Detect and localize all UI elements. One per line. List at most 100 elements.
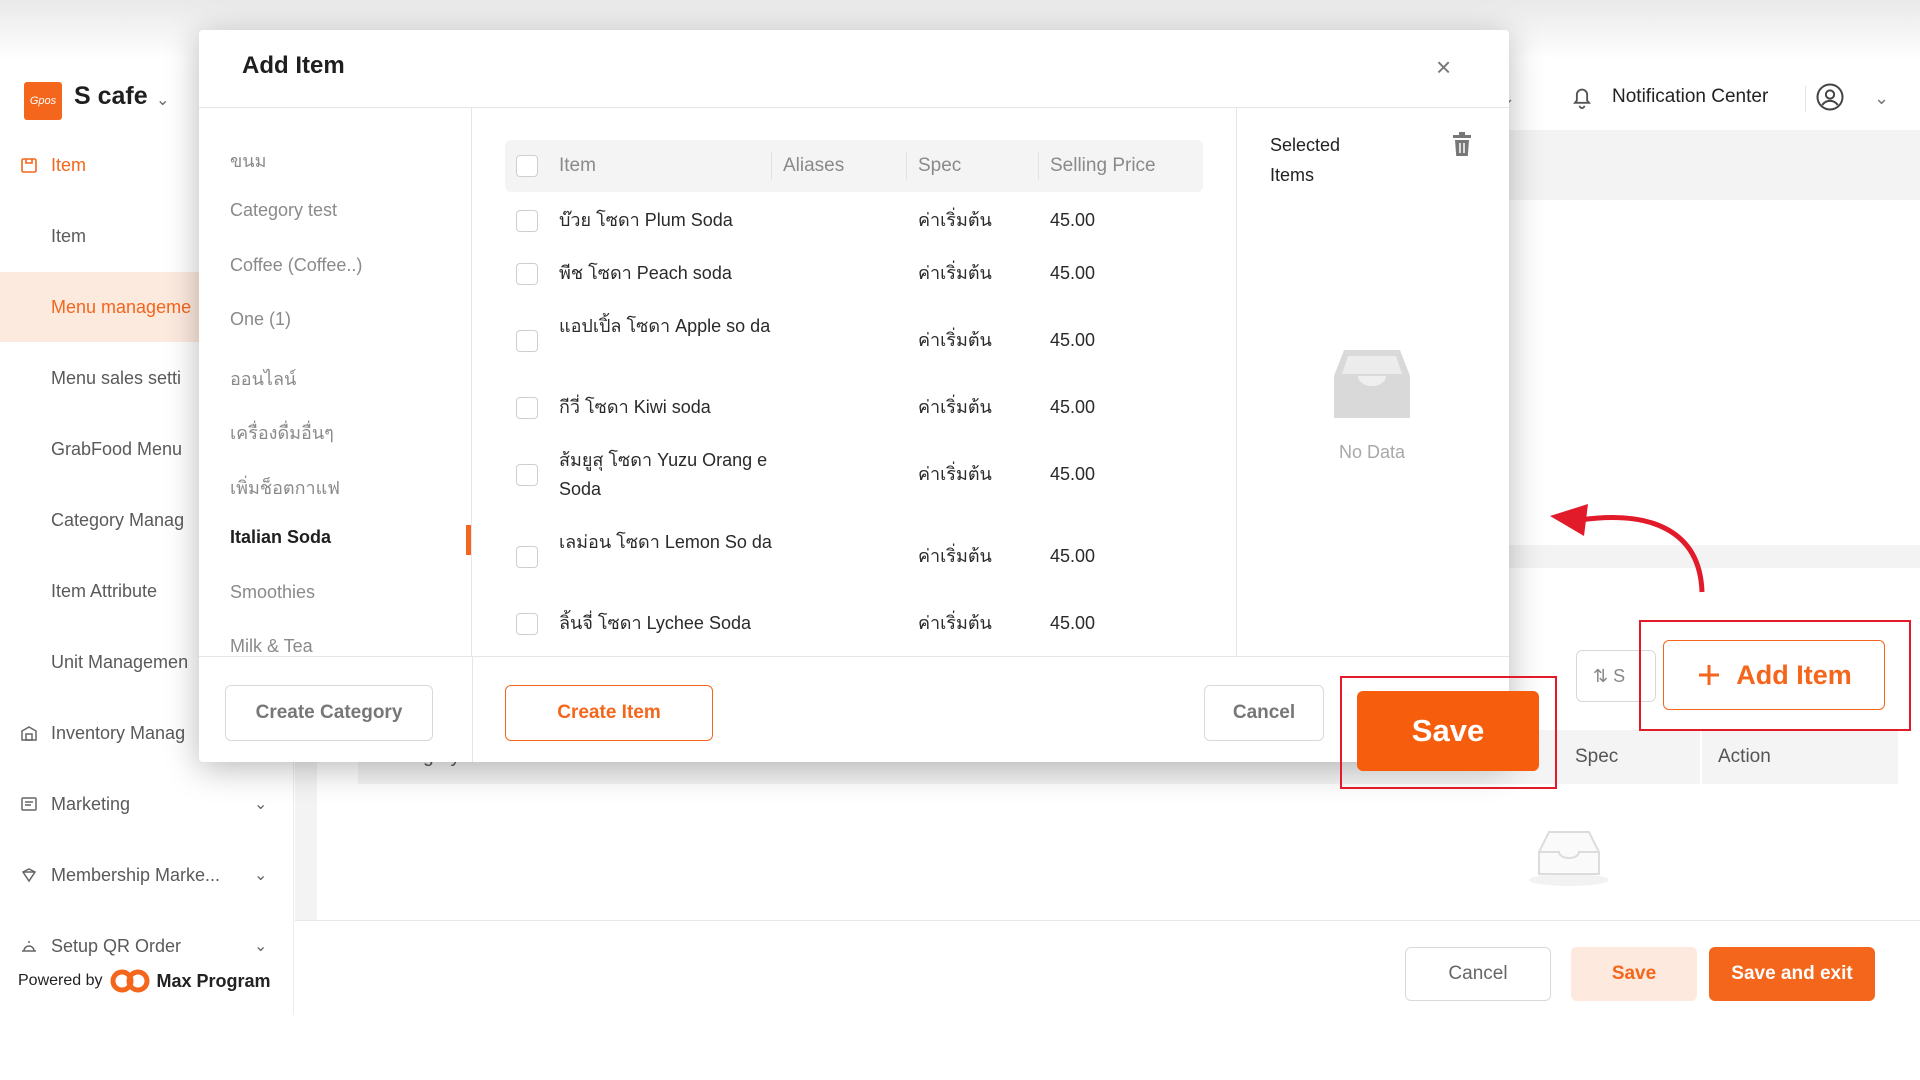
row-checkbox[interactable] xyxy=(516,546,538,568)
header-divider xyxy=(1805,86,1806,112)
item-spec: ค่าเริ่มต้น xyxy=(918,210,992,230)
column-header-selling-price: Selling Price xyxy=(1050,155,1156,176)
chevron-down-icon: ⌄ xyxy=(254,796,268,813)
save-and-exit-button[interactable]: Save and exit xyxy=(1709,947,1875,1001)
item-price: 45.00 xyxy=(1050,546,1096,566)
selected-items-title: Selected Items xyxy=(1270,135,1341,185)
category-item[interactable]: One (1) xyxy=(230,309,291,330)
sidebar-item-label: Marketing xyxy=(51,793,131,814)
column-header-spec: Spec xyxy=(918,155,962,176)
item-table: Item Aliases Spec Selling Price บ๊วย โซด… xyxy=(473,108,1235,656)
cancel-button[interactable]: Cancel xyxy=(1405,947,1551,1001)
annotation-arrow-icon xyxy=(1550,504,1705,593)
chevron-down-icon: ⌄ xyxy=(254,867,268,884)
item-name: พีช โซดา Peach soda xyxy=(559,263,732,283)
powered-by-brand: Max Program xyxy=(156,970,271,991)
modal-title: Add Item xyxy=(242,52,345,79)
bell-icon[interactable] xyxy=(1568,83,1596,111)
notification-center-link[interactable]: Notification Center xyxy=(1612,86,1768,108)
modal-footer-divider xyxy=(199,656,1509,657)
item-price: 45.00 xyxy=(1050,210,1096,230)
category-item[interactable]: ออนไลน์ xyxy=(230,364,296,393)
chevron-down-icon[interactable]: ⌄ xyxy=(156,90,169,110)
powered-by-label: Powered by xyxy=(18,972,103,989)
item-name: กีวี่ โซดา Kiwi soda xyxy=(559,397,711,417)
item-spec: ค่าเริ่มต้น xyxy=(918,546,992,566)
table-header-spec: Spec xyxy=(1575,746,1619,767)
category-item[interactable]: Coffee (Coffee..) xyxy=(230,255,362,276)
category-item[interactable]: Milk & Tea xyxy=(230,636,313,656)
item-spec: ค่าเริ่มต้น xyxy=(918,613,992,633)
item-name: เลม่อน โซดา Lemon So da xyxy=(559,532,772,552)
item-price: 45.00 xyxy=(1050,263,1096,283)
page-footer: Cancel Save Save and exit xyxy=(295,920,1920,1015)
sidebar-item-label: Item xyxy=(51,154,87,175)
category-item[interactable]: Category test xyxy=(230,200,337,221)
max-program-logo-icon xyxy=(110,969,149,993)
category-item[interactable]: ขนม xyxy=(230,146,266,175)
sidebar-item-label: Item Attribute xyxy=(51,580,158,601)
row-checkbox[interactable] xyxy=(516,464,538,486)
item-price: 45.00 xyxy=(1050,397,1096,417)
chevron-down-icon[interactable]: ⌄ xyxy=(1874,88,1889,109)
selected-category-marker xyxy=(466,525,471,555)
sidebar-item-membership-marketing[interactable]: Membership Marke... ⌄ xyxy=(0,840,294,910)
item-spec: ค่าเริ่มต้น xyxy=(918,263,992,283)
column-header-item: Item xyxy=(559,155,596,176)
sort-icon: ⇅ xyxy=(1593,665,1614,686)
sidebar-item-label: Unit Managemen xyxy=(51,651,189,672)
sidebar-item-label: Menu sales setti xyxy=(51,367,182,388)
category-item-selected[interactable]: Italian Soda xyxy=(230,527,331,548)
modal-cancel-button[interactable]: Cancel xyxy=(1204,685,1324,741)
highlight-box-save xyxy=(1340,676,1557,789)
membership-icon xyxy=(21,868,37,883)
close-icon[interactable]: × xyxy=(1436,52,1451,83)
row-checkbox[interactable] xyxy=(516,330,538,352)
item-spec: ค่าเริ่มต้น xyxy=(918,397,992,417)
column-divider xyxy=(771,152,772,180)
save-button[interactable]: Save xyxy=(1571,947,1697,1001)
row-checkbox[interactable] xyxy=(516,263,538,285)
sort-button-label: S xyxy=(1613,665,1626,686)
sidebar-item-label: Setup QR Order xyxy=(51,935,182,956)
modal-footer-split xyxy=(472,656,473,762)
store-name[interactable]: S cafe xyxy=(74,82,148,111)
selected-items-panel: Selected Items No Data xyxy=(1236,108,1509,656)
category-item[interactable]: เพิ่มช็อตกาแฟ xyxy=(230,473,340,502)
table-header-action: Action xyxy=(1718,746,1771,767)
item-name: บ๊วย โซดา Plum Soda xyxy=(559,210,733,230)
item-spec: ค่าเริ่มต้น xyxy=(918,330,992,350)
column-divider xyxy=(1038,152,1039,180)
user-account-icon[interactable] xyxy=(1815,82,1845,112)
category-item[interactable]: เครื่องดื่มอื่นๆ xyxy=(230,418,334,447)
create-category-button[interactable]: Create Category xyxy=(225,685,433,741)
no-data-label: No Data xyxy=(1339,442,1406,462)
row-checkbox[interactable] xyxy=(516,397,538,419)
app-logo: Gpos xyxy=(24,82,62,120)
sidebar-item-label: Inventory Manag xyxy=(51,722,186,743)
chevron-down-icon: ⌄ xyxy=(254,938,268,955)
create-item-button[interactable]: Create Item xyxy=(505,685,713,741)
trash-icon[interactable] xyxy=(1451,132,1473,158)
qr-order-icon xyxy=(22,941,36,952)
item-box-icon xyxy=(21,158,37,173)
row-checkbox[interactable] xyxy=(516,613,538,635)
sidebar-item-marketing[interactable]: Marketing ⌄ xyxy=(0,769,294,839)
column-header-aliases: Aliases xyxy=(783,155,845,176)
item-price: 45.00 xyxy=(1050,464,1096,484)
sidebar-item-label: Category Manag xyxy=(51,509,185,530)
add-item-modal: Add Item × ขนม Category test Coffee (Cof… xyxy=(199,30,1509,762)
item-price: 45.00 xyxy=(1050,613,1096,633)
powered-by: Powered by Max Program xyxy=(18,968,271,994)
sidebar-item-label: Menu manageme xyxy=(51,296,192,317)
row-checkbox[interactable] xyxy=(516,210,538,232)
sidebar-item-label: Item xyxy=(51,225,87,246)
column-divider xyxy=(906,152,907,180)
select-all-checkbox[interactable] xyxy=(516,155,538,177)
highlight-box-add-item xyxy=(1639,620,1911,731)
table-header-divider xyxy=(1700,730,1702,784)
sidebar-item-label: GrabFood Menu xyxy=(51,438,183,459)
category-item[interactable]: Smoothies xyxy=(230,582,315,603)
item-spec: ค่าเริ่มต้น xyxy=(918,464,992,484)
sidebar-item-label: Membership Marke... xyxy=(51,864,221,885)
